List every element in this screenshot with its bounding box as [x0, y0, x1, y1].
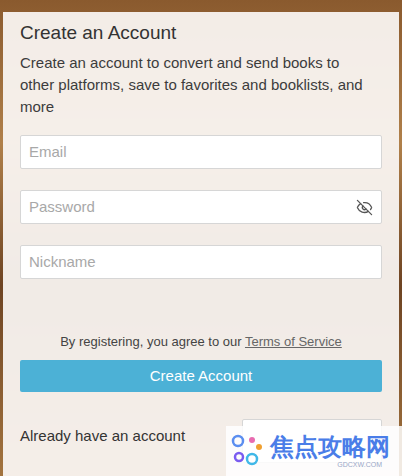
text-field[interactable] [20, 245, 382, 279]
form-fields [20, 135, 382, 279]
create-account-button[interactable]: Create Account [20, 360, 382, 392]
watermark: 焦点攻略网GDCXW.COM [226, 426, 402, 476]
text-field[interactable] [20, 135, 382, 169]
terms-text: By registering, you agree to our Terms o… [20, 334, 382, 350]
create-account-dialog: Create an Account Create an account to co… [3, 12, 399, 476]
watermark-text: 焦点攻略网GDCXW.COM [270, 433, 390, 469]
terms-link[interactable]: Terms of Service [245, 334, 342, 349]
text-input[interactable] [29, 251, 373, 274]
text-input[interactable] [29, 141, 373, 164]
eye-off-icon[interactable] [356, 199, 373, 216]
watermark-subtitle: GDCXW.COM [270, 461, 390, 469]
text-field[interactable] [20, 190, 382, 224]
dialog-title: Create an Account [20, 21, 382, 45]
dialog-description: Create an account to convert and send bo… [20, 52, 382, 118]
logo-icon [230, 433, 266, 469]
watermark-title: 焦点攻略网 [270, 433, 390, 461]
page: Create an Account Create an account to co… [0, 0, 402, 476]
footer-text: Already have an account [20, 427, 185, 445]
text-input[interactable] [29, 196, 356, 219]
